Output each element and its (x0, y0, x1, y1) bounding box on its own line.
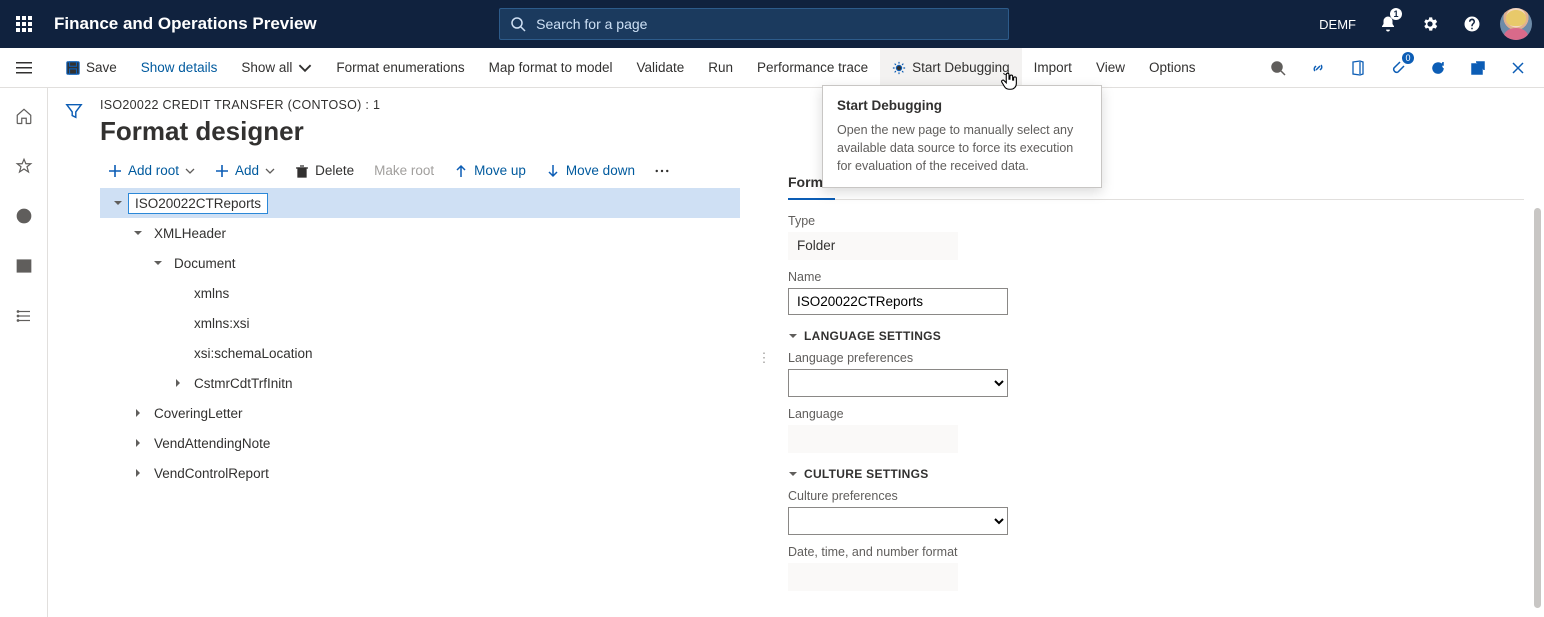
culture-preferences-label: Culture preferences (788, 489, 1148, 503)
language-preferences-select[interactable] (788, 369, 1008, 397)
culture-preferences-select[interactable] (788, 507, 1008, 535)
caret-closed-icon[interactable] (128, 468, 148, 478)
pane-splitter[interactable]: ⋮ (760, 98, 768, 617)
notifications-icon[interactable]: 1 (1368, 0, 1408, 48)
start-debugging-button[interactable]: Start Debugging (880, 48, 1022, 88)
notifications-badge: 1 (1390, 8, 1402, 20)
rail-modules-icon[interactable] (6, 298, 42, 334)
tree-node-label: CstmrCdtTrfInitn (188, 374, 299, 393)
add-button[interactable]: Add (207, 159, 283, 182)
map-format-to-model-button[interactable]: Map format to model (477, 48, 625, 88)
move-up-button[interactable]: Move up (446, 159, 534, 182)
close-icon[interactable] (1502, 52, 1534, 84)
filter-icon[interactable] (65, 102, 83, 617)
company-code[interactable]: DEMF (1309, 17, 1366, 32)
view-button[interactable]: View (1084, 48, 1137, 88)
tree-node-label: xsi:schemaLocation (188, 344, 319, 363)
tree-node[interactable]: xmlns:xsi (100, 308, 740, 338)
find-icon[interactable] (1262, 52, 1294, 84)
search-icon (510, 16, 526, 32)
nav-hamburger-icon[interactable] (0, 48, 48, 88)
name-input[interactable] (788, 288, 1008, 315)
format-tree[interactable]: ISO20022CTReports XMLHeader Document xmlns x… (100, 188, 740, 488)
name-label: Name (788, 270, 1148, 284)
type-value: Folder (788, 232, 958, 260)
caret-down-icon (788, 331, 798, 341)
tree-node[interactable]: ISO20022CTReports (100, 188, 740, 218)
language-preferences-label: Language preferences (788, 351, 1148, 365)
tree-node[interactable]: Document (100, 248, 740, 278)
tree-node-label: Document (168, 254, 242, 273)
app-title: Finance and Operations Preview (54, 14, 317, 34)
delete-button[interactable]: Delete (287, 159, 362, 182)
tree-node-label: VendControlReport (148, 464, 275, 483)
chevron-down-icon (265, 166, 275, 176)
tree-node-label: xmlns:xsi (188, 314, 256, 333)
caret-open-icon[interactable] (148, 258, 168, 268)
link-icon[interactable] (1302, 52, 1334, 84)
date-format-value (788, 563, 958, 591)
office-icon[interactable] (1342, 52, 1374, 84)
move-down-button[interactable]: Move down (538, 159, 643, 182)
caret-open-icon[interactable] (128, 228, 148, 238)
import-button[interactable]: Import (1022, 48, 1084, 88)
app-launcher-icon[interactable] (0, 0, 48, 48)
settings-icon[interactable] (1410, 0, 1450, 48)
validate-button[interactable]: Validate (624, 48, 696, 88)
search-input[interactable] (534, 15, 998, 33)
date-format-label: Date, time, and number format (788, 545, 1148, 559)
run-button[interactable]: Run (696, 48, 745, 88)
caret-closed-icon[interactable] (168, 378, 188, 388)
page-title: Format designer (100, 116, 740, 147)
show-details-button[interactable]: Show details (129, 48, 230, 88)
type-label: Type (788, 214, 1148, 228)
format-enumerations-button[interactable]: Format enumerations (324, 48, 476, 88)
options-button[interactable]: Options (1137, 48, 1208, 88)
rail-workspaces-icon[interactable] (6, 248, 42, 284)
language-settings-header[interactable]: LANGUAGE SETTINGS (788, 329, 1148, 343)
language-label: Language (788, 407, 1148, 421)
performance-trace-button[interactable]: Performance trace (745, 48, 880, 88)
show-all-button[interactable]: Show all (229, 48, 324, 88)
rail-favorites-icon[interactable] (6, 148, 42, 184)
refresh-icon[interactable] (1422, 52, 1454, 84)
rail-home-icon[interactable] (6, 98, 42, 134)
caret-open-icon[interactable] (108, 198, 128, 208)
rail-recent-icon[interactable] (6, 198, 42, 234)
more-icon[interactable] (647, 160, 677, 182)
tree-node-label: VendAttendingNote (148, 434, 276, 453)
user-avatar[interactable] (1500, 8, 1532, 40)
caret-down-icon (788, 469, 798, 479)
tree-node-label: xmlns (188, 284, 235, 303)
popout-icon[interactable] (1462, 52, 1494, 84)
chevron-down-icon (298, 61, 312, 75)
tree-node[interactable]: xsi:schemaLocation (100, 338, 740, 368)
tree-node[interactable]: XMLHeader (100, 218, 740, 248)
tree-node[interactable]: CstmrCdtTrfInitn (100, 368, 740, 398)
caret-closed-icon[interactable] (128, 438, 148, 448)
tree-node-label: CoveringLetter (148, 404, 249, 423)
attachments-icon[interactable]: 0 (1382, 52, 1414, 84)
language-value (788, 425, 958, 453)
tree-node[interactable]: xmlns (100, 278, 740, 308)
start-debugging-tooltip: Start Debugging Open the new page to man… (822, 85, 1102, 188)
tree-node-label: ISO20022CTReports (128, 193, 268, 214)
tree-node[interactable]: CoveringLetter (100, 398, 740, 428)
search-box[interactable] (499, 8, 1009, 40)
gear-small-icon (892, 61, 906, 75)
chevron-down-icon (185, 166, 195, 176)
save-button[interactable]: Save (54, 48, 129, 88)
tree-node[interactable]: VendControlReport (100, 458, 740, 488)
vertical-scrollbar[interactable] (1530, 88, 1544, 617)
help-icon[interactable] (1452, 0, 1492, 48)
caret-closed-icon[interactable] (128, 408, 148, 418)
make-root-button: Make root (366, 159, 442, 182)
tree-node[interactable]: VendAttendingNote (100, 428, 740, 458)
culture-settings-header[interactable]: CULTURE SETTINGS (788, 467, 1148, 481)
tree-node-label: XMLHeader (148, 224, 232, 243)
breadcrumb: ISO20022 CREDIT TRANSFER (CONTOSO) : 1 (100, 98, 740, 112)
add-root-button[interactable]: Add root (100, 159, 203, 182)
